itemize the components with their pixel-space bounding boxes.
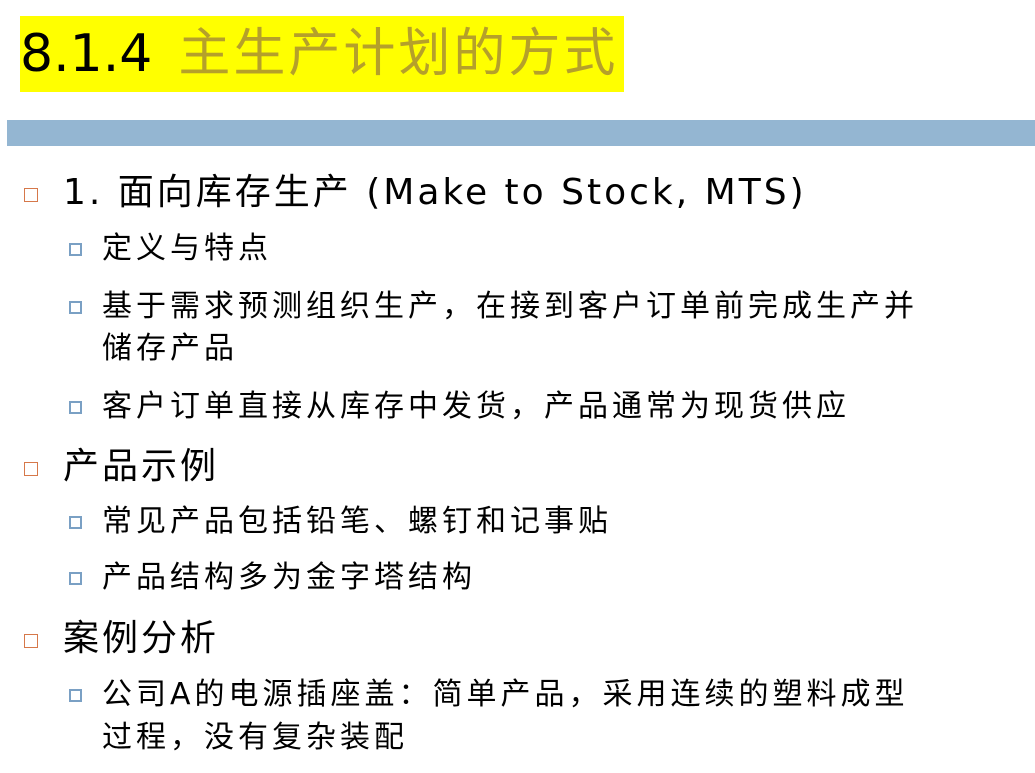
title-text: 主生产计划的方式 [178,24,619,84]
bullet-case-analysis: 案例分析 [63,618,220,659]
square-bullet-icon [24,188,38,202]
square-bullet-icon [69,401,82,414]
bullet-company-a-line1: 公司A的电源插座盖：简单产品，采用连续的塑料成型 [102,677,909,712]
square-bullet-icon [69,243,82,256]
bullet-company-a-line2: 过程，没有复杂装配 [102,720,408,755]
bullet-delivery: 客户订单直接从库存中发货，产品通常为现货供应 [102,389,850,424]
bullet-definition: 定义与特点 [102,231,272,266]
slide-title: 8.1.4 主生产计划的方式 [20,16,625,92]
bullet-pyramid-structure: 产品结构多为金字塔结构 [102,560,476,595]
section-number: 8.1.4 [20,24,153,84]
bullet-forecast-line1: 基于需求预测组织生产，在接到客户订单前完成生产并 [102,289,918,324]
square-bullet-icon [69,689,82,702]
bullet-forecast-line2: 储存产品 [102,331,238,366]
square-bullet-icon [24,462,38,476]
square-bullet-icon [69,572,82,585]
square-bullet-icon [69,516,82,529]
bullet-product-examples: 产品示例 [63,446,220,487]
bullet-mts: 1. 面向库存生产 (Make to Stock, MTS) [63,172,807,213]
bullet-common-products: 常见产品包括铅笔、螺钉和记事贴 [102,504,612,539]
header-bar [7,120,1035,146]
square-bullet-icon [24,634,38,648]
square-bullet-icon [69,301,82,314]
